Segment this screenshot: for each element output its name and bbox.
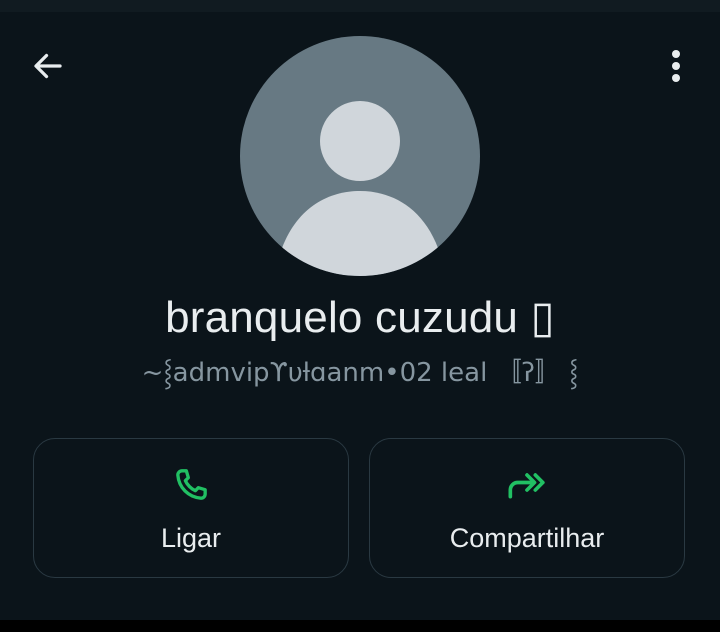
phone-icon <box>34 465 348 505</box>
share-forward-icon <box>370 465 684 505</box>
more-vertical-icon <box>670 48 682 89</box>
share-button[interactable]: Compartilhar <box>369 438 685 578</box>
contact-name: branquelo cuzudu ▯ <box>165 293 555 342</box>
profile-avatar[interactable] <box>240 36 480 276</box>
arrow-left-icon <box>30 48 66 89</box>
status-bar <box>0 0 720 12</box>
contact-subtitle: ~⸾admvipϒυƚɑanm•02 leal 〚ʔ〛 ⸾ <box>141 358 579 388</box>
default-person-avatar-icon <box>282 101 438 276</box>
share-label: Compartilhar <box>449 523 605 553</box>
call-button[interactable]: Ligar <box>33 438 349 578</box>
navigation-bar <box>0 620 720 632</box>
call-label: Ligar <box>160 523 222 553</box>
back-button[interactable] <box>24 44 72 92</box>
more-options-button[interactable] <box>652 44 700 92</box>
